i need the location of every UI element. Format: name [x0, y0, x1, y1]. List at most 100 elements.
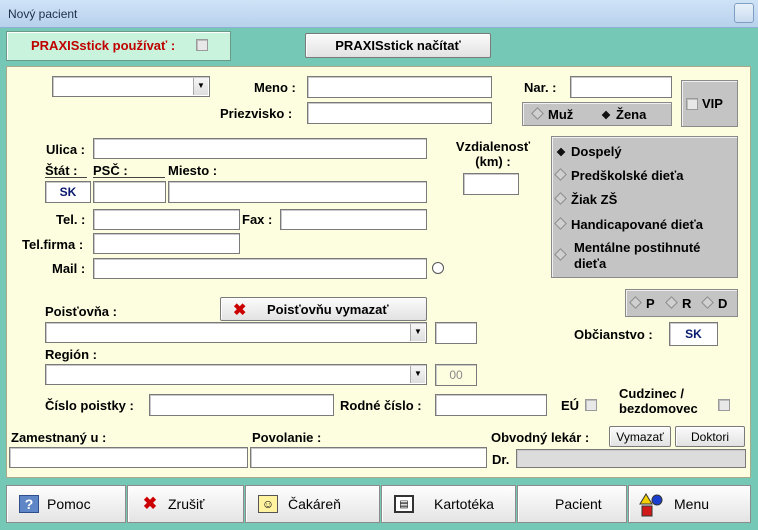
stat-label: Štát :	[45, 163, 78, 178]
red-x-icon: ✖	[142, 494, 158, 513]
miesto-input[interactable]	[168, 181, 427, 203]
chevron-down-icon: ▼	[410, 366, 425, 383]
meno-label: Meno :	[254, 80, 296, 95]
psc-underline	[93, 177, 165, 178]
rodne-cislo-input[interactable]	[435, 394, 547, 416]
fax-input[interactable]	[280, 209, 427, 230]
zrusit-button[interactable]: ✖ Zrušiť	[127, 485, 244, 523]
cudzinec-label: Cudzinec / bezdomovec	[619, 386, 698, 416]
radio-off-icon	[701, 296, 714, 309]
shapes-icon	[639, 493, 663, 517]
gender-group: Muž Žena	[522, 102, 672, 126]
poistovna-label: Poisťovňa :	[45, 304, 117, 319]
radio-off-icon	[554, 217, 567, 230]
menu-button[interactable]: Menu	[628, 485, 751, 523]
radio-off-icon	[629, 296, 642, 309]
obcianstvo-input[interactable]: SK	[669, 322, 718, 346]
stat-input[interactable]: SK	[45, 181, 91, 203]
pacient-button[interactable]: Pacient	[517, 485, 627, 523]
dr-label: Dr.	[492, 452, 510, 467]
prd-group: P R D	[625, 289, 738, 317]
gender-female-radio[interactable]: Žena	[601, 107, 646, 122]
nar-label: Nar. :	[524, 80, 557, 95]
tel-label: Tel. :	[56, 212, 86, 227]
radio-on-icon	[601, 110, 611, 120]
vip-checkbox[interactable]	[686, 98, 698, 110]
eu-label: EÚ	[561, 398, 580, 413]
mail-label: Mail :	[52, 261, 86, 276]
psc-label: PSČ :	[93, 163, 128, 178]
radio-off-icon	[531, 107, 544, 120]
radio-on-icon	[556, 147, 566, 157]
category-option-1[interactable]: Predškolské dieťa	[554, 168, 683, 183]
cakaren-button[interactable]: ☺ Čakáreň	[245, 485, 380, 523]
vzdialenost-label: Vzdialenosť (km) :	[455, 139, 531, 169]
cislo-poistky-label: Číslo poistky :	[45, 398, 134, 413]
obvodny-lekar-label: Obvodný lekár :	[491, 430, 590, 445]
ulica-input[interactable]	[93, 138, 427, 159]
psc-input[interactable]	[93, 181, 166, 203]
prd-option-p[interactable]: P	[629, 296, 655, 311]
window-title: Nový pacient	[8, 7, 78, 21]
povolanie-input[interactable]	[250, 447, 487, 468]
cislo-poistky-input[interactable]	[149, 394, 334, 416]
obcianstvo-label: Občianstvo :	[574, 327, 653, 342]
mail-radio[interactable]	[432, 262, 444, 274]
mail-input[interactable]	[93, 258, 427, 279]
stat-underline	[45, 177, 87, 178]
povolanie-label: Povolanie :	[252, 430, 322, 445]
category-option-2[interactable]: Žiak ZŠ	[554, 192, 617, 207]
help-icon: ?	[19, 495, 39, 513]
category-option-4[interactable]: Mentálne postihnuté dieťa	[554, 240, 734, 272]
kartoteka-button[interactable]: ▤ Kartotéka	[381, 485, 516, 523]
region-label: Región :	[45, 347, 97, 362]
radio-off-icon	[665, 296, 678, 309]
category-option-3[interactable]: Handicapované dieťa	[554, 217, 703, 232]
meno-input[interactable]	[307, 76, 492, 98]
doktori-button[interactable]: Doktori	[675, 426, 745, 447]
vip-box: VIP	[681, 80, 738, 127]
title-select[interactable]: ▼	[52, 76, 210, 97]
category-group: Dospelý Predškolské dieťa Žiak ZŠ Handic…	[551, 136, 738, 278]
pomoc-button[interactable]: ? Pomoc	[6, 485, 126, 523]
telfirma-input[interactable]	[93, 233, 240, 254]
region-select[interactable]: ▼	[45, 364, 427, 385]
title-bar: Nový pacient	[0, 0, 758, 28]
close-icon[interactable]	[734, 3, 754, 23]
praxis-load-button[interactable]: PRAXISstick načítať	[305, 33, 491, 58]
card-file-icon: ▤	[394, 495, 414, 513]
priezvisko-label: Priezvisko :	[220, 106, 293, 121]
prd-option-r[interactable]: R	[665, 296, 691, 311]
waiting-room-icon: ☺	[258, 495, 278, 513]
zamestnany-input[interactable]	[9, 447, 248, 468]
red-x-icon: ✖	[233, 302, 247, 319]
eu-checkbox[interactable]	[585, 399, 597, 411]
vip-label: VIP	[702, 96, 723, 111]
vzdialenost-input[interactable]	[463, 173, 519, 195]
radio-off-icon	[554, 168, 567, 181]
telfirma-label: Tel.firma :	[22, 237, 84, 252]
poistovna-code-input[interactable]	[435, 322, 477, 344]
poistovna-select[interactable]: ▼	[45, 322, 427, 343]
praxis-use-checkbox[interactable]	[196, 39, 208, 51]
rodne-cislo-label: Rodné číslo :	[340, 398, 422, 413]
miesto-label: Miesto :	[168, 163, 218, 178]
region-code-input[interactable]: 00	[435, 364, 477, 386]
category-option-0[interactable]: Dospelý	[556, 144, 622, 159]
tel-input[interactable]	[93, 209, 240, 230]
fax-label: Fax :	[242, 212, 273, 227]
radio-off-icon	[554, 192, 567, 205]
prd-option-d[interactable]: D	[701, 296, 727, 311]
nar-input[interactable]	[570, 76, 672, 98]
radio-off-icon	[554, 248, 567, 261]
priezvisko-input[interactable]	[307, 102, 492, 124]
ulica-label: Ulica :	[46, 142, 86, 157]
zamestnany-label: Zamestnaný u :	[11, 430, 107, 445]
poistovna-clear-button[interactable]: ✖ Poisťovňu vymazať	[220, 297, 427, 321]
chevron-down-icon: ▼	[410, 324, 425, 341]
chevron-down-icon: ▼	[193, 78, 208, 95]
cudzinec-checkbox[interactable]	[718, 399, 730, 411]
doctor-field	[516, 449, 746, 468]
gender-male-radio[interactable]: Muž	[531, 107, 573, 122]
vymazat-button[interactable]: Vymazať	[609, 426, 671, 447]
